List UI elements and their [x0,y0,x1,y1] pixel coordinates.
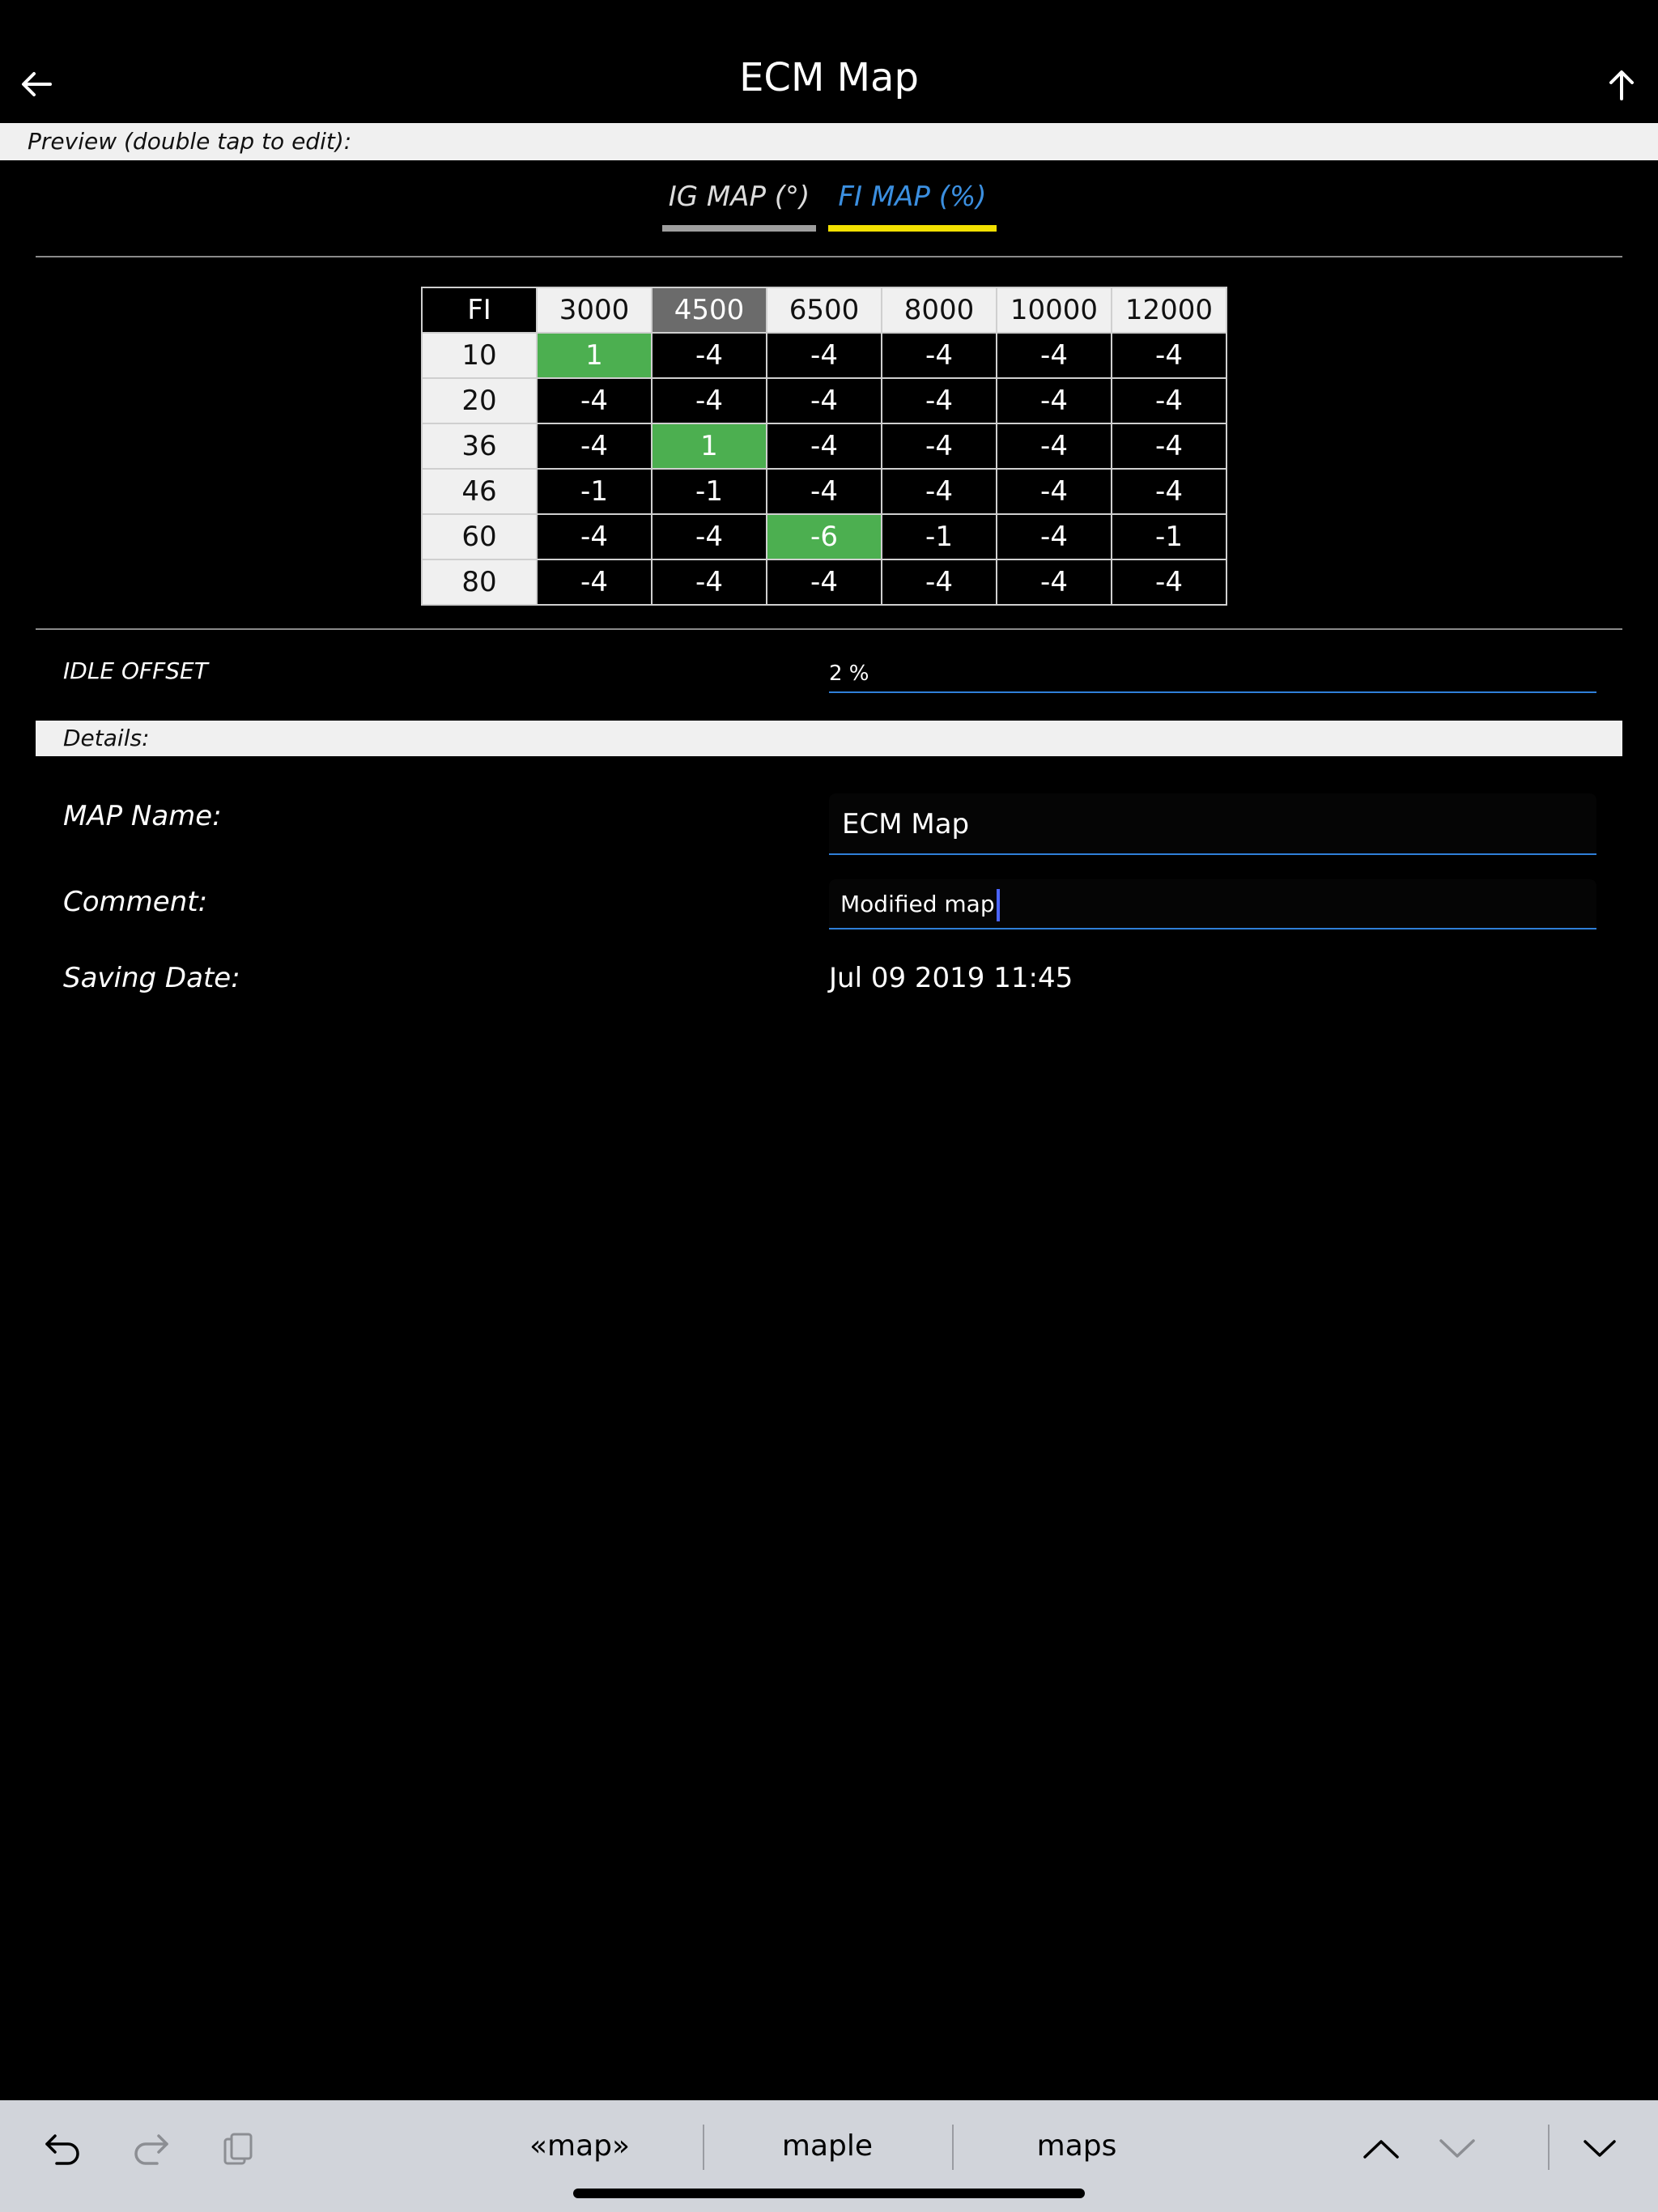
map-cell[interactable]: -1 [1111,513,1227,560]
map-cell[interactable]: -1 [651,468,767,515]
table-corner-cell: FI [421,287,538,334]
map-cell[interactable]: -4 [766,559,882,606]
table-row: 80 -4 -4 -4 -4 -4 -4 [421,559,1227,606]
comment-label: Comment: [63,886,208,918]
map-cell[interactable]: -4 [1111,332,1227,379]
suggestion-item[interactable]: maps [983,2129,1171,2163]
tab-ig-map-label: IG MAP (°) [668,181,810,213]
map-cell[interactable]: -4 [651,513,767,560]
map-cell[interactable]: -4 [766,468,882,515]
throttle-row-header[interactable]: 20 [421,377,538,424]
map-cell[interactable]: -4 [766,332,882,379]
map-cell[interactable]: -4 [996,513,1112,560]
home-indicator [573,2189,1085,2198]
map-tabs: IG MAP (°) FI MAP (%) [0,170,1658,232]
map-cell[interactable]: -4 [651,559,767,606]
undo-icon[interactable] [39,2125,87,2173]
preview-label: Preview (double tap to edit): [28,128,352,155]
rpm-header-cell[interactable]: 3000 [536,287,653,334]
table-row: 20 -4 -4 -4 -4 -4 -4 [421,377,1227,424]
details-label: Details: [63,725,150,751]
redo-icon[interactable] [126,2125,175,2173]
map-cell[interactable]: -4 [996,332,1112,379]
chevron-up-icon[interactable] [1357,2125,1405,2173]
map-cell[interactable]: -4 [881,468,997,515]
map-cell[interactable]: -4 [536,513,653,560]
map-cell-highlighted[interactable]: 1 [651,423,767,470]
saving-date-label: Saving Date: [63,962,240,994]
tab-fi-map-label: FI MAP (%) [838,181,987,213]
map-cell[interactable]: -4 [536,559,653,606]
map-cell[interactable]: -4 [1111,423,1227,470]
map-cell[interactable]: -4 [651,377,767,424]
map-cell-highlighted[interactable]: -6 [766,513,882,560]
fi-map-table: FI 3000 4500 6500 8000 10000 12000 10 1 … [421,287,1227,606]
rpm-header-cell[interactable]: 12000 [1111,287,1227,334]
map-cell[interactable]: -4 [766,377,882,424]
map-name-label: MAP Name: [63,800,222,832]
map-cell[interactable]: -4 [536,423,653,470]
paste-icon[interactable] [214,2125,262,2173]
table-row: 10 1 -4 -4 -4 -4 -4 [421,332,1227,379]
suggestion-item[interactable]: «map» [486,2129,674,2163]
up-arrow-icon[interactable] [1593,50,1650,118]
map-cell[interactable]: -4 [651,332,767,379]
header: ECM Map [0,0,1658,121]
details-bar: Details: [36,721,1622,756]
divider [36,256,1622,257]
tab-fi-map[interactable]: FI MAP (%) [828,170,997,232]
tab-underline [662,225,816,232]
rpm-header-cell[interactable]: 10000 [996,287,1112,334]
throttle-row-header[interactable]: 10 [421,332,538,379]
suggestion-separator [952,2125,954,2170]
throttle-row-header[interactable]: 80 [421,559,538,606]
tab-underline-active [828,225,997,232]
map-cell[interactable]: -4 [1111,468,1227,515]
map-cell[interactable]: -4 [996,423,1112,470]
idle-offset-field[interactable]: 2 % [829,656,1596,693]
idle-offset-label: IDLE OFFSET [63,657,208,684]
saving-date-value: Jul 09 2019 11:45 [829,962,1073,994]
map-cell[interactable]: -4 [996,377,1112,424]
map-cell[interactable]: -4 [536,377,653,424]
map-cell[interactable]: -4 [996,559,1112,606]
throttle-row-header[interactable]: 60 [421,513,538,560]
map-cell[interactable]: -4 [881,332,997,379]
map-cell[interactable]: -4 [766,423,882,470]
dismiss-keyboard-icon[interactable] [1575,2125,1624,2173]
comment-input[interactable]: Modified map [829,879,1596,929]
map-cell[interactable]: -1 [881,513,997,560]
toolbar-separator [1548,2125,1550,2170]
map-cell[interactable]: -1 [536,468,653,515]
page-title: ECM Map [739,55,919,100]
table-row: 60 -4 -4 -6 -1 -4 -1 [421,513,1227,560]
map-name-input[interactable]: ECM Map [829,793,1596,855]
comment-text: Modified map [840,891,995,917]
text-caret [996,889,1000,921]
map-cell[interactable]: -4 [1111,377,1227,424]
map-cell[interactable]: -4 [1111,559,1227,606]
table-row: 36 -4 1 -4 -4 -4 -4 [421,423,1227,470]
divider [36,628,1622,630]
chevron-down-icon[interactable] [1433,2125,1482,2173]
preview-bar: Preview (double tap to edit): [0,123,1658,160]
throttle-row-header[interactable]: 36 [421,423,538,470]
rpm-header-cell-selected[interactable]: 4500 [651,287,767,334]
map-cell-highlighted[interactable]: 1 [536,332,653,379]
suggestion-separator [703,2125,704,2170]
suggestion-item[interactable]: maple [733,2129,921,2163]
table-header-row: FI 3000 4500 6500 8000 10000 12000 [421,287,1227,334]
throttle-row-header[interactable]: 46 [421,468,538,515]
map-cell[interactable]: -4 [996,468,1112,515]
rpm-header-cell[interactable]: 6500 [766,287,882,334]
map-cell[interactable]: -4 [881,423,997,470]
tab-ig-map[interactable]: IG MAP (°) [662,170,816,232]
map-cell[interactable]: -4 [881,559,997,606]
map-cell[interactable]: -4 [881,377,997,424]
table-row: 46 -1 -1 -4 -4 -4 -4 [421,468,1227,515]
rpm-header-cell[interactable]: 8000 [881,287,997,334]
